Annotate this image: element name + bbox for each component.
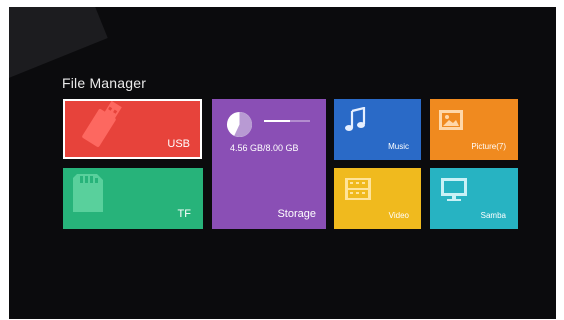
page-title: File Manager (62, 75, 147, 91)
tf-tile[interactable]: TF (63, 168, 203, 229)
samba-label: Samba (480, 211, 506, 220)
storage-usage-text: 4.56 GB/8.00 GB (230, 143, 299, 153)
picture-tile[interactable]: Picture(7) (430, 99, 518, 160)
music-tile[interactable]: Music (334, 99, 421, 160)
tv-screen: File Manager USB TF 4.56 GB/8.00 GB Stor… (9, 7, 556, 319)
storage-label: Storage (277, 208, 316, 220)
picture-label: Picture(7) (471, 142, 506, 151)
monitor-icon (441, 178, 467, 201)
video-tile[interactable]: Video (334, 168, 421, 229)
music-label: Music (388, 142, 409, 151)
storage-usage-bar (264, 120, 310, 122)
tf-label: TF (177, 208, 191, 220)
film-icon (345, 178, 371, 200)
image-icon (439, 110, 463, 130)
storage-usage-fill (264, 120, 291, 122)
sd-card-icon (73, 174, 103, 212)
corner-decoration (9, 7, 108, 83)
video-label: Video (388, 211, 409, 220)
pie-chart-icon (226, 111, 253, 138)
usb-drive-icon (82, 101, 122, 147)
music-note-icon (345, 107, 366, 131)
usb-label: USB (167, 138, 190, 150)
samba-tile[interactable]: Samba (430, 168, 518, 229)
storage-tile[interactable]: 4.56 GB/8.00 GB Storage (212, 99, 326, 229)
usb-tile[interactable]: USB (63, 99, 202, 159)
